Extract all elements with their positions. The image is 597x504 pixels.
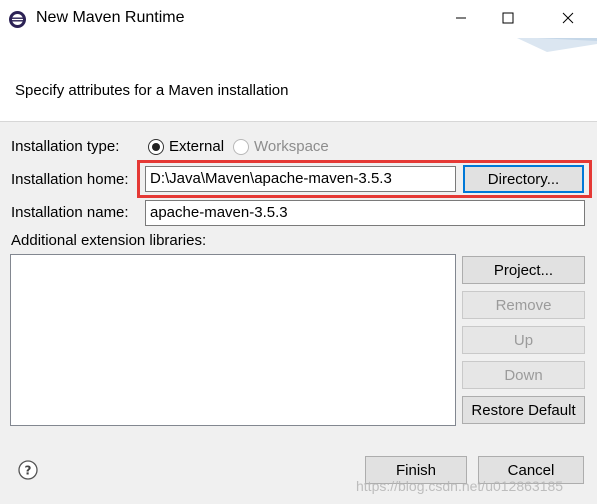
close-icon (562, 11, 574, 28)
down-button[interactable]: Down (462, 361, 585, 389)
installation-name-label: Installation name: (11, 204, 129, 221)
radio-circle (233, 138, 249, 155)
watermark-text: https://blog.csdn.net/u012863185 (356, 478, 564, 494)
restore-default-button[interactable]: Restore Default (462, 396, 585, 424)
help-icon[interactable]: ? (18, 460, 38, 480)
window-title: New Maven Runtime (36, 9, 185, 26)
extension-libraries-list[interactable] (10, 254, 456, 426)
title-bar: New Maven Runtime (0, 0, 597, 38)
radio-workspace[interactable]: Workspace (233, 138, 329, 155)
maximize-button[interactable] (485, 0, 531, 38)
banner-subtitle: Specify attributes for a Maven installat… (15, 82, 289, 99)
highlight-box (137, 160, 592, 198)
minimize-button[interactable] (438, 0, 484, 38)
radio-external[interactable]: External (148, 138, 224, 155)
radio-circle (148, 138, 164, 155)
project-button[interactable]: Project... (462, 256, 585, 284)
radio-external-label: External (169, 138, 225, 155)
installation-name-field[interactable]: apache-maven-3.5.3 (145, 200, 585, 226)
radio-dot (152, 142, 160, 151)
extension-libraries-label: Additional extension libraries: (11, 232, 207, 249)
eclipse-icon (8, 10, 27, 29)
dialog-banner: Specify attributes for a Maven installat… (0, 38, 597, 122)
svg-text:?: ? (25, 464, 32, 478)
installation-type-label: Installation type: (11, 138, 120, 155)
installation-home-label: Installation home: (11, 171, 129, 188)
banner-decoration (517, 38, 597, 52)
dialog-window: New Maven Runtime Specify attributes for… (0, 0, 597, 504)
radio-workspace-label: Workspace (254, 138, 329, 155)
minimize-icon (455, 11, 467, 28)
maximize-icon (502, 11, 514, 28)
up-button[interactable]: Up (462, 326, 585, 354)
remove-button[interactable]: Remove (462, 291, 585, 319)
close-button[interactable] (545, 0, 591, 38)
